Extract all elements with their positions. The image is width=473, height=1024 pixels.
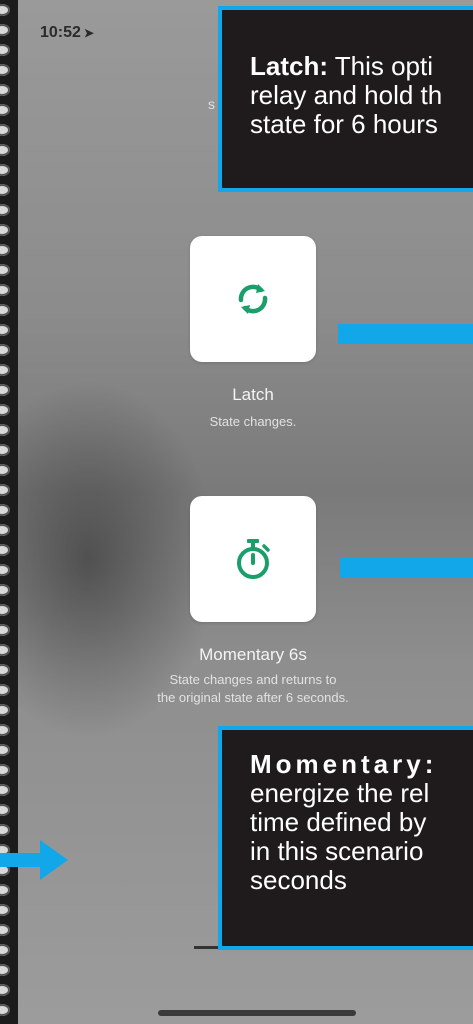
- binding-hole: [0, 964, 10, 976]
- binding-hole: [0, 464, 10, 476]
- binding-hole: [0, 24, 10, 36]
- momentary-callout: Momentary: energize the rel time defined…: [218, 726, 473, 950]
- binding-hole: [0, 904, 10, 916]
- binding-hole: [0, 524, 10, 536]
- status-bar-time: 10:52 ➤: [40, 24, 94, 42]
- partial-subtitle: s: [208, 96, 215, 112]
- binding-hole: [0, 804, 10, 816]
- time-text: 10:52: [40, 24, 81, 41]
- momentary-title: Momentary 6s: [199, 645, 307, 664]
- binding-hole: [0, 504, 10, 516]
- binding-hole: [0, 304, 10, 316]
- sync-arrows-icon: [238, 284, 268, 314]
- binding-hole: [0, 404, 10, 416]
- latch-callout-rest: relay and hold th state for 6 hours: [250, 80, 443, 139]
- binding-hole: [0, 1004, 10, 1016]
- binding-hole: [0, 144, 10, 156]
- binding-hole: [0, 644, 10, 656]
- binding-hole: [0, 204, 10, 216]
- binding-hole: [0, 364, 10, 376]
- binding-hole: [0, 124, 10, 136]
- binding-hole: [0, 784, 10, 796]
- binding-hole: [0, 64, 10, 76]
- binding-hole: [0, 484, 10, 496]
- binding-hole: [0, 4, 10, 16]
- latch-callout-text: Latch: This opti relay and hold th state…: [250, 52, 473, 139]
- binding-hole: [0, 704, 10, 716]
- home-indicator[interactable]: [158, 1010, 356, 1016]
- binding-hole: [0, 764, 10, 776]
- binding-hole: [0, 604, 10, 616]
- latch-connector-bar: [338, 324, 473, 344]
- binding-hole: [0, 264, 10, 276]
- binding-hole: [0, 824, 10, 836]
- binding-hole: [0, 944, 10, 956]
- latch-option-button[interactable]: [190, 236, 316, 362]
- momentary-description: State changes and returns to the origina…: [93, 671, 413, 707]
- latch-callout: Latch: This opti relay and hold th state…: [218, 6, 473, 192]
- location-arrow-icon: ➤: [83, 26, 94, 40]
- binding-hole: [0, 44, 10, 56]
- latch-title: Latch: [232, 385, 274, 404]
- latch-callout-line1: This opti: [328, 51, 434, 81]
- binding-hole: [0, 544, 10, 556]
- binding-hole: [0, 584, 10, 596]
- binding-hole: [0, 724, 10, 736]
- binding-hole: [0, 344, 10, 356]
- binding-hole: [0, 104, 10, 116]
- momentary-description-line-2: the original state after 6 seconds.: [157, 690, 349, 705]
- binding-hole: [0, 324, 10, 336]
- latch-callout-label: Latch:: [250, 51, 328, 81]
- binding-hole: [0, 84, 10, 96]
- binding-hole: [0, 984, 10, 996]
- binding-hole: [0, 564, 10, 576]
- binding-hole: [0, 744, 10, 756]
- momentary-option-button[interactable]: [190, 496, 316, 622]
- pointer-arrow-icon: [0, 840, 68, 880]
- binding-hole: [0, 624, 10, 636]
- binding-hole: [0, 184, 10, 196]
- momentary-callout-body: energize the rel time defined by in this…: [250, 778, 430, 895]
- binding-hole: [0, 424, 10, 436]
- binding-hole: [0, 924, 10, 936]
- binding-hole: [0, 444, 10, 456]
- binding-hole: [0, 664, 10, 676]
- binding-hole: [0, 684, 10, 696]
- binding-hole: [0, 384, 10, 396]
- momentary-callout-label: Momentary:: [250, 749, 438, 779]
- binding-hole: [0, 284, 10, 296]
- momentary-description-line-1: State changes and returns to: [169, 672, 337, 687]
- stopwatch-icon: [237, 539, 270, 579]
- momentary-connector-bar: [340, 558, 473, 578]
- momentary-callout-text: Momentary: energize the rel time defined…: [250, 750, 473, 895]
- binding-hole: [0, 224, 10, 236]
- binding-hole: [0, 244, 10, 256]
- latch-description: State changes.: [209, 414, 297, 429]
- binding-hole: [0, 164, 10, 176]
